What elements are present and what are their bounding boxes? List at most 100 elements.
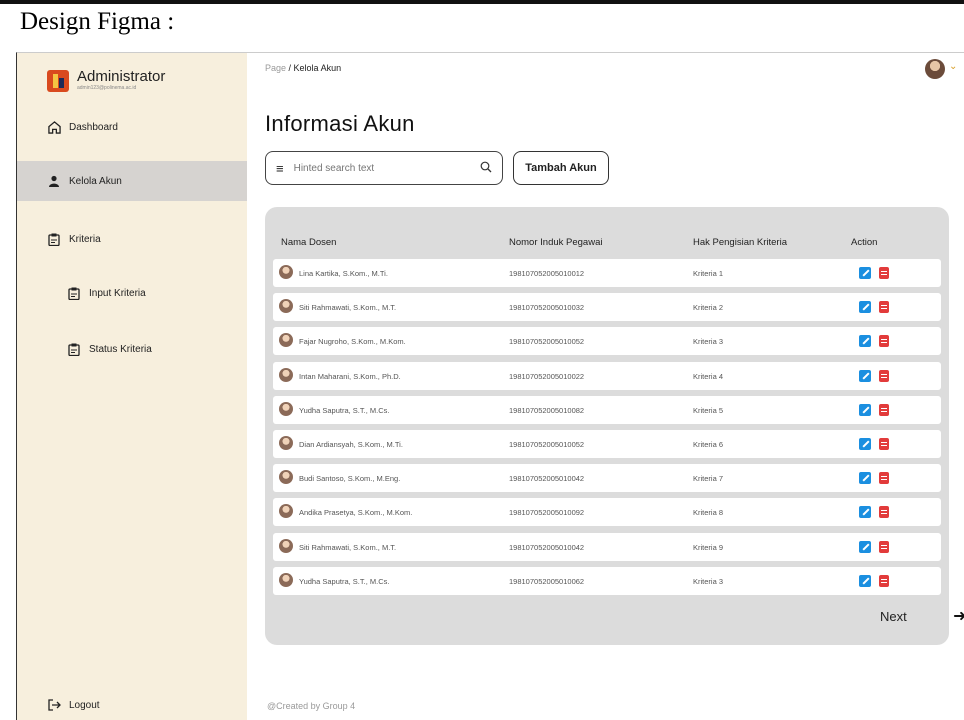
sidebar-item-kriteria[interactable]: Kriteria <box>17 219 247 259</box>
cell-nip: 198107052005010092 <box>509 508 585 518</box>
cell-kriteria: Kriteria 2 <box>693 303 724 313</box>
logout-label: Logout <box>69 699 100 711</box>
avatar <box>279 504 293 519</box>
image-caption: Design Figma : <box>20 8 175 35</box>
add-account-button[interactable]: Tambah Akun <box>513 151 609 185</box>
edit-icon[interactable] <box>859 267 871 279</box>
delete-icon[interactable] <box>879 335 889 348</box>
cell-nama: Andika Prasetya, S.Kom., M.Kom. <box>299 508 413 518</box>
cell-nip: 198107052005010052 <box>509 440 585 449</box>
avatar <box>279 538 293 553</box>
logout-icon <box>47 698 61 712</box>
cell-nip: 198107052005010042 <box>509 542 585 552</box>
table-row: Budi Santoso, S.Kom., M.Eng. 198107052005… <box>273 464 941 493</box>
cell-nip: 198107052005010042 <box>509 474 585 484</box>
breadcrumb-current: Kelola Akun <box>293 63 342 73</box>
cell-kriteria: Kriteria 3 <box>693 337 724 347</box>
top-divider <box>0 0 964 4</box>
cell-nama: Budi Santoso, S.Kom., M.Eng. <box>299 474 401 484</box>
delete-icon[interactable] <box>879 267 889 279</box>
avatar <box>279 333 293 348</box>
table-row: Siti Rahmawati, S.Kom., M.T. 198107052005… <box>273 532 941 561</box>
edit-icon[interactable] <box>859 506 871 519</box>
column-header-hak: Hak Pengisian Kriteria <box>693 237 787 248</box>
brand-title: Administrator <box>77 68 166 85</box>
cell-nama: Yudha Saputra, S.T., M.Cs. <box>299 405 390 415</box>
cell-nama: Lina Kartika, S.Kom., M.Ti. <box>299 269 388 278</box>
edit-icon[interactable] <box>859 369 871 382</box>
sidebar-item-label: Dashboard <box>69 121 118 133</box>
logout-button[interactable]: Logout <box>17 685 247 720</box>
cell-nama: Intan Maharani, S.Kom., Ph.D. <box>299 371 401 381</box>
delete-icon[interactable] <box>879 369 889 382</box>
sidebar-item-dashboard[interactable]: Dashboard <box>17 107 247 147</box>
cell-kriteria: Kriteria 4 <box>693 371 724 381</box>
cell-kriteria: Kriteria 8 <box>693 508 724 518</box>
table-row: Intan Maharani, S.Kom., Ph.D. 19810705200… <box>273 361 941 390</box>
edit-icon[interactable] <box>859 574 871 587</box>
avatar <box>279 436 293 450</box>
delete-icon[interactable] <box>879 506 889 519</box>
cell-nip: 198107052005010082 <box>509 405 585 415</box>
table-row: Lina Kartika, S.Kom., M.Ti. 1981070520050… <box>273 259 941 287</box>
chevron-down-icon[interactable]: ⌄ <box>949 61 957 72</box>
breadcrumb-root[interactable]: Page <box>265 63 286 73</box>
avatar <box>279 299 293 314</box>
table-row: Siti Rahmawati, S.Kom., M.T. 198107052005… <box>273 293 941 322</box>
delete-icon[interactable] <box>879 301 889 314</box>
sidebar: Administrator admin123@polinema.ac.id Da… <box>17 53 247 720</box>
user-icon <box>47 174 61 188</box>
cell-kriteria: Kriteria 3 <box>693 576 724 586</box>
cell-nip: 198107052005010012 <box>509 269 585 278</box>
sidebar-item-label: Kelola Akun <box>69 175 122 187</box>
next-page-button[interactable]: Next <box>880 609 907 624</box>
breadcrumb-separator: / <box>286 63 294 73</box>
sidebar-item-label: Kriteria <box>69 233 101 245</box>
edit-icon[interactable] <box>859 472 871 485</box>
edit-icon[interactable] <box>859 301 871 314</box>
clipboard-icon <box>67 342 81 356</box>
brand: Administrator admin123@polinema.ac.id <box>47 69 165 92</box>
clipboard-icon <box>67 286 81 300</box>
search-bar[interactable]: ≡ <box>265 151 503 185</box>
edit-icon[interactable] <box>859 438 871 450</box>
search-icon[interactable] <box>480 161 492 176</box>
account-table-panel: Nama Dosen Nomor Induk Pegawai Hak Pengi… <box>265 207 949 645</box>
delete-icon[interactable] <box>879 574 889 587</box>
table-row: Andika Prasetya, S.Kom., M.Kom. 198107052… <box>273 498 941 527</box>
table-row: Yudha Saputra, S.T., M.Cs. 19810705200501… <box>273 395 941 424</box>
cell-kriteria: Kriteria 5 <box>693 405 724 415</box>
delete-icon[interactable] <box>879 403 889 416</box>
sidebar-item-label: Input Kriteria <box>89 287 146 299</box>
cell-kriteria: Kriteria 7 <box>693 474 724 484</box>
cell-nama: Dian Ardiansyah, S.Kom., M.Ti. <box>299 440 403 449</box>
brand-email: admin123@polinema.ac.id <box>77 85 137 91</box>
cell-nama: Siti Rahmawati, S.Kom., M.T. <box>299 542 397 552</box>
sidebar-item-input-kriteria[interactable]: Input Kriteria <box>17 273 247 313</box>
user-avatar[interactable] <box>925 59 945 79</box>
column-header-nip: Nomor Induk Pegawai <box>509 237 603 248</box>
delete-icon[interactable] <box>879 472 889 485</box>
footer-credit: @Created by Group 4 <box>267 701 356 711</box>
cell-nip: 198107052005010032 <box>509 303 585 313</box>
sidebar-item-kelola-akun[interactable]: Kelola Akun <box>17 161 247 201</box>
avatar <box>279 265 293 279</box>
search-input[interactable] <box>293 162 480 174</box>
edit-icon[interactable] <box>859 540 871 553</box>
delete-icon[interactable] <box>879 438 889 450</box>
sidebar-item-label: Status Kriteria <box>89 343 152 355</box>
edit-icon[interactable] <box>859 403 871 416</box>
cell-kriteria: Kriteria 1 <box>693 269 724 278</box>
sidebar-item-status-kriteria[interactable]: Status Kriteria <box>17 329 247 369</box>
avatar <box>279 470 293 485</box>
home-icon <box>47 120 61 134</box>
arrow-right-icon[interactable]: ➜ <box>953 606 964 626</box>
cell-nama: Yudha Saputra, S.T., M.Cs. <box>299 576 390 586</box>
breadcrumb: Page / Kelola Akun <box>265 63 341 73</box>
delete-icon[interactable] <box>879 540 889 553</box>
menu-icon[interactable]: ≡ <box>276 161 284 176</box>
cell-nip: 198107052005010062 <box>509 576 585 586</box>
app-frame: Administrator admin123@polinema.ac.id Da… <box>16 52 964 720</box>
table-row: Dian Ardiansyah, S.Kom., M.Ti. 1981070520… <box>273 430 941 458</box>
edit-icon[interactable] <box>859 335 871 348</box>
